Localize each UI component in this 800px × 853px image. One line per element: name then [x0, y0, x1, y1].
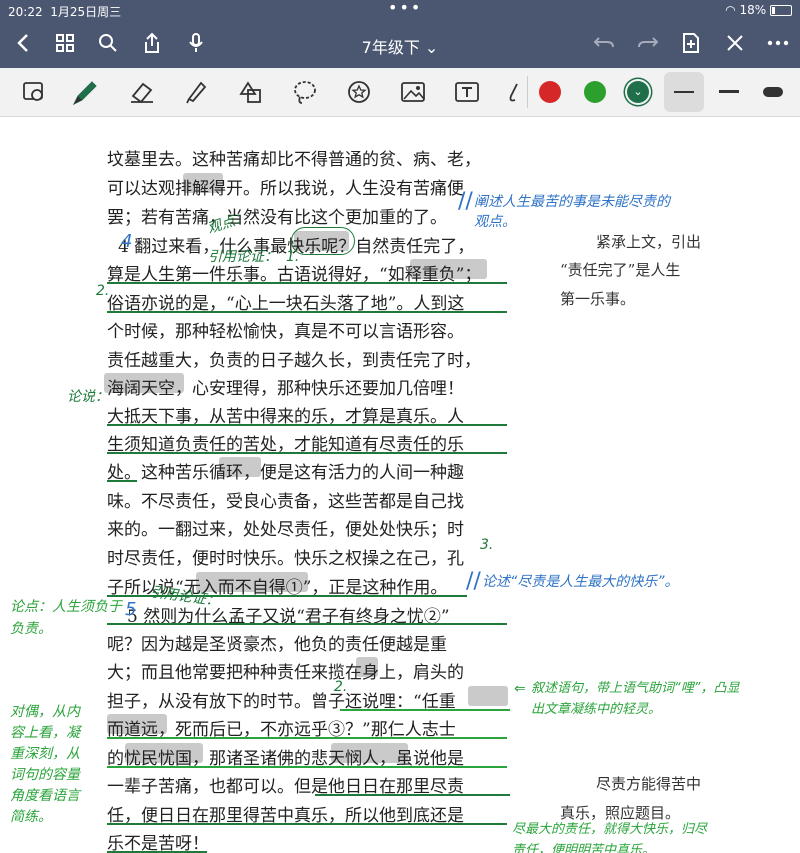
underline-mark [107, 282, 507, 284]
shapes-icon[interactable] [236, 77, 266, 107]
margin-note: 尽责方能得苦中 [596, 775, 702, 793]
underline-mark [107, 766, 507, 768]
more-tools-icon[interactable] [503, 77, 523, 107]
handwritten-note: 引用论证： [208, 249, 278, 265]
handwritten-number: 1. [286, 249, 300, 265]
underline-mark [107, 480, 137, 482]
handwritten-note: 出文章凝练中的轻灵。 [531, 702, 662, 717]
undo-icon[interactable] [589, 28, 619, 58]
battery-percent: 18% [739, 3, 767, 17]
margin-note: “责任完了”是人生 [560, 261, 681, 279]
more-icon[interactable] [763, 28, 793, 58]
double-bar-mark: // [466, 569, 481, 594]
status-time: 20:22 1月25日周三 [8, 5, 122, 19]
handwritten-note: 阐述人生最苦的事是未能尽责的 [474, 194, 670, 210]
navigation-bar: 7年级下 ⌄ [0, 20, 800, 68]
wifi-icon: ◠ [725, 3, 736, 17]
toolbar-divider [527, 76, 528, 108]
thin-stroke-icon [674, 91, 694, 93]
color-darkgreen-swatch-selected[interactable]: ⌄ [627, 81, 649, 103]
lasso-image-icon[interactable] [19, 77, 49, 107]
text-line: 时尽责任，便时时快乐。快乐之权操之在己，孔 [107, 549, 464, 569]
handwritten-number: 3. [480, 537, 494, 553]
lasso-icon[interactable] [290, 77, 320, 107]
circle-mark [291, 227, 355, 255]
text-tool-icon[interactable] [452, 77, 482, 107]
drawing-toolbar: ⌄ [0, 68, 800, 117]
handwritten-note: 负责。 [10, 621, 52, 637]
pen-icon[interactable] [70, 77, 100, 107]
margin-note: 第一乐事。 [560, 290, 636, 308]
handwritten-note: 重深刻，从 [10, 746, 80, 762]
handwritten-note: 词句的容量 [10, 767, 80, 783]
highlight-mark [468, 686, 508, 706]
handwritten-note: 责任，便明明苦中真乐。 [512, 843, 656, 853]
multitask-dots-icon[interactable]: ••• [388, 0, 422, 17]
status-right: ◠ 18% [725, 3, 792, 17]
share-icon[interactable] [137, 28, 167, 58]
handwritten-number: 4 [121, 231, 133, 252]
underline-mark [315, 794, 510, 796]
sticker-icon[interactable] [344, 77, 374, 107]
redo-icon[interactable] [633, 28, 663, 58]
text-line: 海阔天空，心安理得，那种快乐还要加几倍哩！ [107, 379, 464, 399]
close-pen-icon[interactable] [720, 28, 750, 58]
handwritten-note: 叙述语句，带上语气助词“哩”，凸显 [531, 681, 740, 696]
medium-stroke-icon[interactable] [719, 90, 739, 93]
underline-mark [107, 452, 507, 454]
status-bar: 20:22 1月25日周三 ••• ◠ 18% [0, 0, 800, 20]
margin-note: 紧承上文，引出 [596, 233, 702, 251]
arrow-mark: ⇐ [514, 681, 526, 697]
text-line: 大；而且他常要把种种责任来揽在身上，肩头的 [107, 663, 464, 683]
double-bar-mark: // [458, 189, 473, 214]
handwritten-number: 5 [125, 599, 137, 620]
text-line: 个时候，那种轻松愉快，真是不可以言语形容。 [107, 322, 464, 342]
handwritten-note: 容上看，凝 [10, 725, 80, 741]
handwritten-note: 观点。 [474, 214, 516, 230]
text-line: 乐不是苦呀！ [107, 834, 209, 853]
text-line: 罢；若有苦痛，当然没有比这个更加重的了。 [107, 208, 447, 228]
handwritten-note: 论点：人生须负于 [10, 599, 122, 615]
handwritten-note: 简练。 [10, 809, 52, 825]
handwritten-note: 对偶，从内 [10, 704, 80, 720]
underline-mark [107, 311, 507, 313]
eraser-icon[interactable] [127, 77, 157, 107]
back-icon[interactable] [8, 28, 38, 58]
document-title[interactable]: 7年级下 ⌄ [340, 34, 460, 58]
text-line: 味。不尽责任，受良心责备，这些苦都是自己找 [107, 492, 464, 512]
search-icon[interactable] [93, 28, 123, 58]
handwritten-note: 尽最大的责任，就得大快乐，归尽 [512, 822, 708, 837]
underline-mark [107, 424, 507, 426]
text-line: 责任越重大，负责的日子越久长，到责任完了时， [107, 351, 481, 371]
text-line: 坟墓里去。这种苦痛却比不得普通的贫、病、老， [107, 150, 481, 170]
handwritten-number: 2. [96, 283, 110, 299]
microphone-icon[interactable] [181, 28, 211, 58]
document-page[interactable]: 坟墓里去。这种苦痛却比不得普通的贫、病、老， 可以达观排解得开。所以我说，人生没… [0, 117, 800, 853]
handwritten-note: 论说： [67, 389, 109, 405]
color-green-swatch[interactable] [584, 81, 606, 103]
underline-mark [107, 823, 507, 825]
underline-mark [107, 623, 507, 625]
text-line: 来的。一翻过来，处处尽责任，便处处快乐；时 [107, 520, 464, 540]
handwritten-note: 论述“尽责是人生最大的快乐”。 [482, 574, 679, 590]
battery-icon [770, 5, 792, 16]
text-line: 呢？因为越是圣贤豪杰，他负的责任便越是重 [107, 635, 447, 655]
highlighter-icon[interactable] [181, 77, 211, 107]
grid-icon[interactable] [50, 28, 80, 58]
underline-mark [107, 737, 507, 739]
handwritten-number: 2. [334, 679, 348, 695]
image-icon[interactable] [398, 77, 428, 107]
thick-stroke-icon[interactable] [763, 87, 783, 97]
underline-mark [340, 709, 510, 711]
add-page-icon[interactable] [676, 28, 706, 58]
text-line: 处。这种苦乐循环，便是这有活力的人间一种趣 [107, 463, 464, 483]
handwritten-note: 角度看语言 [10, 788, 80, 804]
text-line: 可以达观排解得开。所以我说，人生没有苦痛便 [107, 179, 464, 199]
color-red-swatch[interactable] [539, 81, 561, 103]
